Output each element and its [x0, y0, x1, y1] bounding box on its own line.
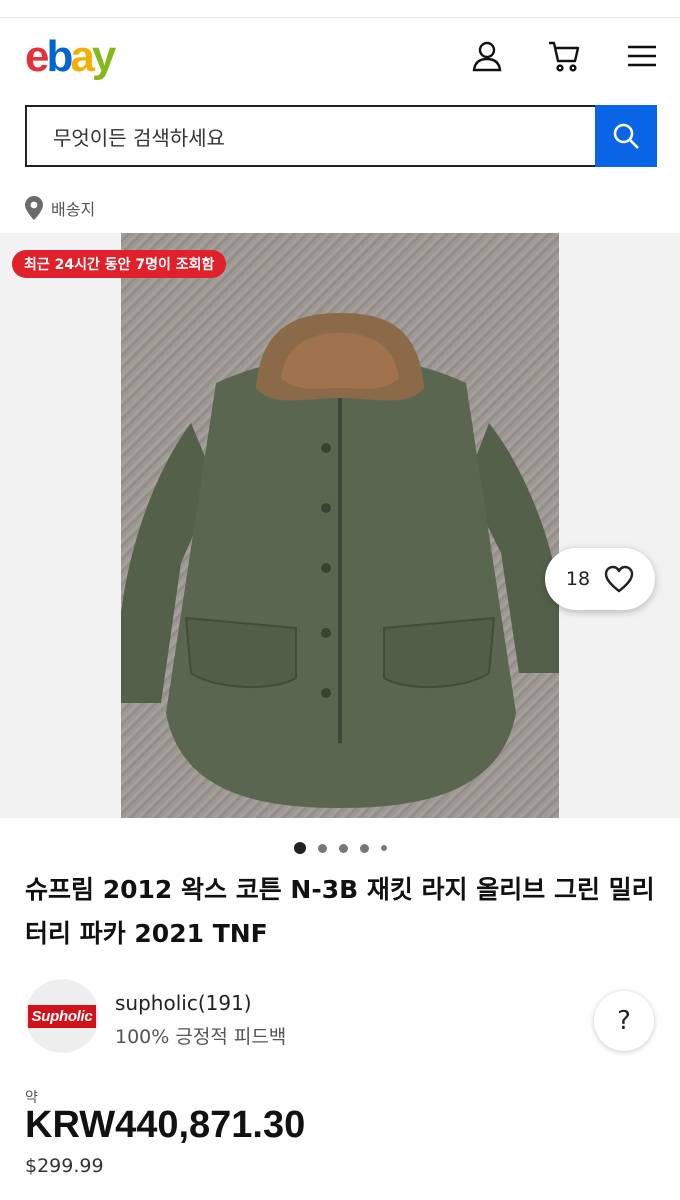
watchers-count: 18 [565, 568, 591, 590]
ship-to[interactable]: 배송지 [25, 193, 95, 223]
pagination-dot[interactable] [359, 843, 369, 853]
seller-name[interactable]: supholic(191) [115, 991, 252, 1015]
heart-icon [604, 565, 634, 593]
item-title: 슈프림 2012 왁스 코튼 N-3B 재킷 라지 올리브 그린 밀리터리 파카… [25, 875, 655, 948]
pagination-dot[interactable] [380, 845, 387, 851]
cart-icon[interactable] [546, 38, 582, 74]
seller-info: Supholic supholic(191) 100% 긍정적 피드백 ? [25, 979, 655, 1059]
help-button[interactable]: ? [594, 991, 654, 1051]
product-photo[interactable] [121, 233, 559, 818]
image-pagination [0, 840, 680, 856]
search-bar: 무엇이든 검색하세요 [25, 105, 657, 167]
logo-letter-e: e [25, 32, 50, 81]
location-pin-icon [25, 196, 43, 220]
ship-to-label: 배송지 [51, 200, 96, 219]
image-gallery[interactable]: 최근 24시간 동안 7명이 조회함 [0, 233, 680, 818]
search-icon [613, 123, 639, 149]
menu-icon[interactable] [624, 38, 660, 74]
seller-avatar[interactable]: Supholic [25, 979, 99, 1053]
pagination-dot-active[interactable] [293, 842, 306, 854]
pagination-dot[interactable] [317, 843, 327, 853]
logo-letter-a: a [70, 32, 95, 81]
seller-feedback: 100% 긍정적 피드백 [115, 1026, 287, 1048]
search-input[interactable]: 무엇이든 검색하세요 [25, 105, 595, 167]
views-badge: 최근 24시간 동안 7명이 조회함 [12, 250, 227, 278]
logo-letter-b: b [46, 32, 73, 81]
logo-letter-y: y [91, 32, 117, 81]
watch-button[interactable]: 18 [545, 548, 655, 610]
search-button[interactable] [595, 105, 657, 167]
user-icon[interactable] [469, 38, 505, 74]
original-price: $299.99 [25, 1155, 104, 1177]
ebay-logo[interactable]: ebay [25, 32, 117, 81]
status-bar-divider [0, 0, 680, 18]
pagination-dot[interactable] [338, 843, 348, 853]
seller-avatar-text: Supholic [27, 1004, 97, 1028]
top-header: ebay [0, 18, 680, 96]
converted-price: KRW440,871.30 [25, 1104, 306, 1146]
